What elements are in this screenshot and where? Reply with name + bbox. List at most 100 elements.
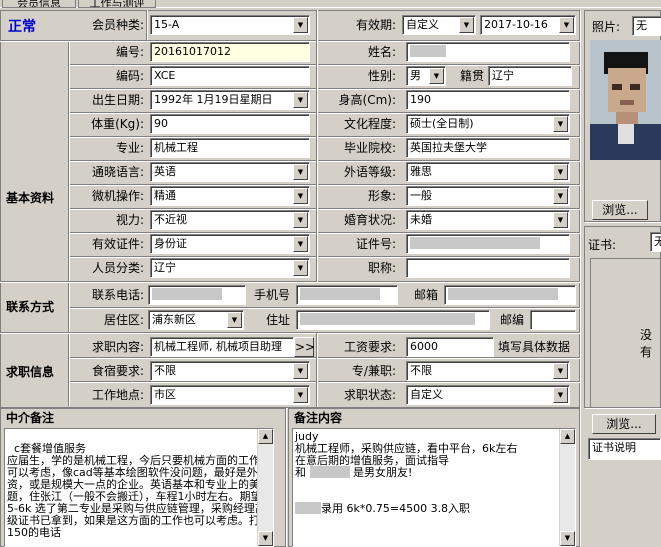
- redacted-id: [410, 237, 540, 249]
- major-input[interactable]: 机械工程: [150, 138, 310, 158]
- member-type-select[interactable]: 15-A ▼: [150, 15, 310, 35]
- agency-notes-title: 中介备注: [6, 411, 55, 425]
- remarks-textarea[interactable]: judy 机械工程师，采购供应链，看中平台，6k左右 在意后期的增值服务，面试指…: [292, 428, 576, 547]
- chevron-down-icon[interactable]: ▼: [293, 92, 308, 108]
- job-content-more-button[interactable]: >>: [294, 337, 315, 357]
- tab-work-eval[interactable]: 工作与测评: [78, 0, 156, 8]
- remarks-line-prefix: 和: [295, 466, 306, 479]
- computer-select[interactable]: 精通 ▼: [150, 186, 310, 206]
- grid-line: [70, 307, 580, 309]
- education-select[interactable]: 硕士(全日制) ▼: [406, 114, 570, 134]
- person-type-label: 人员分类:: [91, 261, 144, 275]
- foreign-level-select[interactable]: 雅思 ▼: [406, 162, 570, 182]
- chevron-down-icon[interactable]: ▼: [459, 17, 474, 33]
- mobile-input[interactable]: [296, 285, 398, 305]
- remarks-line: 和 是男女朋友!: [295, 466, 573, 479]
- phone-input[interactable]: [148, 285, 246, 305]
- validity-date-picker[interactable]: 2017-10-16 ▼: [480, 15, 576, 35]
- job-status-select[interactable]: 自定义 ▼: [406, 385, 570, 405]
- photo-browse-button[interactable]: 浏览...: [592, 200, 648, 220]
- remarks-line: 录用 6k*0.75=4500 3.8入职: [295, 502, 573, 515]
- marital-select[interactable]: 未婚 ▼: [406, 210, 570, 230]
- weight-input[interactable]: 90: [150, 114, 310, 134]
- school-label: 毕业院校:: [343, 141, 396, 155]
- email-input[interactable]: [444, 285, 576, 305]
- cert-empty-text: 没有: [640, 328, 653, 359]
- appearance-select[interactable]: 一般 ▼: [406, 186, 570, 206]
- redacted-name: [410, 45, 446, 57]
- chevron-down-icon[interactable]: ▼: [293, 387, 308, 403]
- address-input[interactable]: [296, 310, 490, 330]
- chevron-down-icon[interactable]: ▼: [553, 188, 568, 204]
- chevron-down-icon[interactable]: ▼: [553, 363, 568, 379]
- grid-line: [70, 357, 580, 359]
- language-select[interactable]: 英语 ▼: [150, 162, 310, 182]
- tab-member-info[interactable]: 会员信息: [2, 0, 76, 8]
- mobile-label: 手机号: [253, 288, 290, 302]
- scroll-up-icon[interactable]: ▲: [560, 429, 575, 444]
- remarks-gap: [295, 479, 573, 503]
- chevron-down-icon[interactable]: ▼: [559, 17, 574, 33]
- chevron-down-icon[interactable]: ▼: [293, 260, 308, 276]
- chevron-down-icon[interactable]: ▼: [429, 68, 444, 84]
- redacted-phone: [152, 288, 222, 300]
- parttime-select[interactable]: 不限 ▼: [406, 361, 570, 381]
- number-input[interactable]: 20161017012: [150, 42, 310, 62]
- code-input[interactable]: XCE: [150, 66, 310, 86]
- chevron-down-icon[interactable]: ▼: [293, 212, 308, 228]
- vision-select[interactable]: 不近视 ▼: [150, 210, 310, 230]
- chevron-down-icon[interactable]: ▼: [293, 188, 308, 204]
- agency-notes-textarea[interactable]: c套餐增值服务 应届生，学的是机械工程，今后只要机械方面的工作都可以考虑，像ca…: [4, 428, 274, 547]
- work-place-select[interactable]: 市区 ▼: [150, 385, 310, 405]
- zipcode-input[interactable]: [530, 310, 576, 330]
- cert-description-input[interactable]: 证书说明: [588, 438, 661, 460]
- chevron-down-icon[interactable]: ▼: [553, 212, 568, 228]
- agency-notes-scrollbar[interactable]: ▲ ▼: [257, 429, 273, 546]
- section-line: [0, 332, 580, 334]
- id-no-input[interactable]: [406, 234, 570, 254]
- redacted-mobile: [300, 288, 380, 300]
- job-content-input[interactable]: 机械工程师, 机械项目助理: [150, 337, 294, 357]
- cert-field[interactable]: 无: [650, 232, 661, 252]
- birth-date-picker[interactable]: 1992年 1月19日星期日 ▼: [150, 90, 310, 110]
- gender-select[interactable]: 男 ▼: [406, 66, 446, 86]
- scroll-down-icon[interactable]: ▼: [258, 531, 273, 546]
- remarks-scrollbar[interactable]: ▲ ▼: [559, 429, 575, 546]
- person-type-select[interactable]: 辽宁 ▼: [150, 258, 310, 278]
- column-divider: [146, 10, 148, 40]
- appearance-label: 形象:: [367, 189, 396, 203]
- scroll-up-icon[interactable]: ▲: [258, 429, 273, 444]
- scroll-down-icon[interactable]: ▼: [560, 531, 575, 546]
- cert-browse-button[interactable]: 浏览...: [592, 414, 656, 434]
- chevron-down-icon[interactable]: ▼: [553, 116, 568, 132]
- cert-label: 证书:: [588, 238, 617, 252]
- salary-input[interactable]: 6000: [406, 337, 494, 357]
- salary-hint: 填写具体数据: [498, 340, 571, 354]
- chevron-down-icon[interactable]: ▼: [293, 17, 308, 33]
- address-label: 住址: [265, 313, 290, 327]
- number-label: 编号:: [115, 45, 144, 59]
- chevron-down-icon[interactable]: ▼: [227, 312, 242, 328]
- weight-label: 体重(Kg):: [91, 117, 144, 131]
- id-type-select[interactable]: 身份证 ▼: [150, 234, 310, 254]
- board-select[interactable]: 不限 ▼: [150, 361, 310, 381]
- photo-field[interactable]: 无: [632, 16, 661, 36]
- origin-input[interactable]: 辽宁: [488, 66, 572, 86]
- parttime-label: 专/兼职:: [351, 364, 396, 378]
- redacted-name: [295, 502, 321, 514]
- title-input[interactable]: [406, 258, 570, 278]
- school-input[interactable]: 英国拉夫堡大学: [406, 138, 570, 158]
- district-select[interactable]: 浦东新区 ▼: [148, 310, 244, 330]
- chevron-down-icon[interactable]: ▼: [293, 164, 308, 180]
- height-input[interactable]: 190: [406, 90, 570, 110]
- name-input[interactable]: [406, 42, 570, 62]
- redacted-address: [300, 313, 475, 325]
- validity-select[interactable]: 自定义 ▼: [402, 15, 476, 35]
- origin-label: 籍贯: [459, 69, 484, 83]
- id-no-label: 证件号:: [355, 237, 396, 251]
- chevron-down-icon[interactable]: ▼: [553, 164, 568, 180]
- chevron-down-icon[interactable]: ▼: [553, 387, 568, 403]
- chevron-down-icon[interactable]: ▼: [293, 236, 308, 252]
- chevron-down-icon[interactable]: ▼: [293, 363, 308, 379]
- salary-label: 工资要求:: [343, 340, 396, 354]
